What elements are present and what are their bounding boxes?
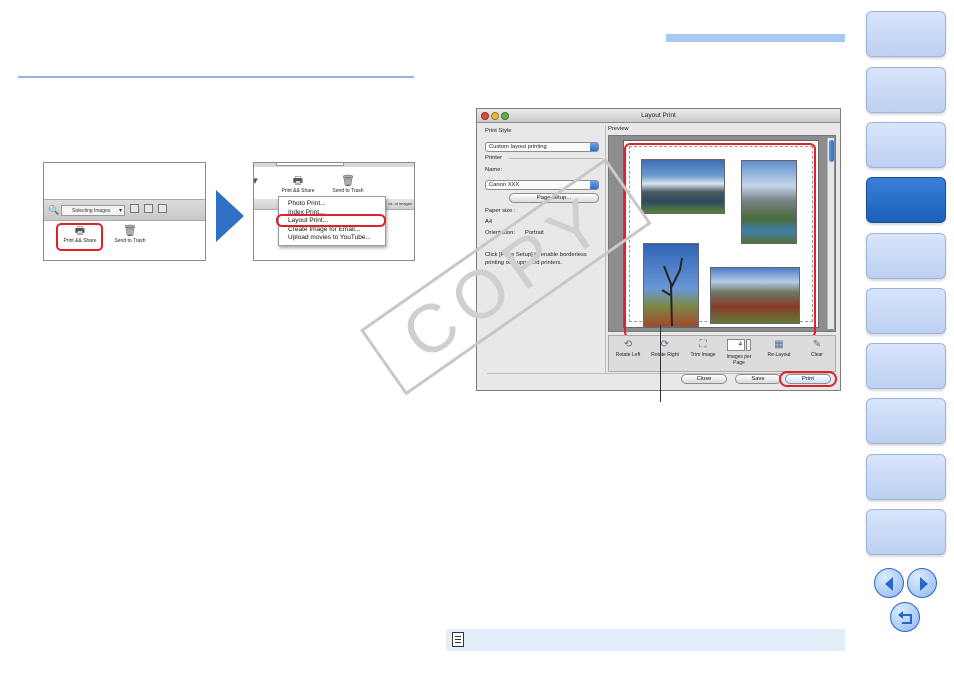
zoom-window-icon[interactable] (501, 112, 509, 120)
trim-image-button[interactable]: ⛶ Trim Image (687, 338, 719, 358)
nav-tab-9[interactable] (866, 454, 946, 500)
next-step-arrow-icon (216, 190, 244, 242)
view-icon[interactable] (130, 204, 139, 213)
grid-icon[interactable] (144, 204, 153, 213)
clear-icon: ✎ (812, 339, 822, 350)
rotate-right-button[interactable]: ⟳ Rotate Right (647, 338, 683, 358)
save-button[interactable]: Save (735, 374, 781, 384)
memo-icon (452, 632, 464, 647)
chevron-down-icon: ▾ (254, 175, 262, 188)
list-icon[interactable] (158, 204, 167, 213)
close-button[interactable]: Close (681, 374, 727, 384)
clear-button[interactable]: ✎ Clear (801, 338, 833, 358)
trash-icon: 🗑 (123, 225, 137, 237)
nav-tab-10[interactable] (866, 509, 946, 555)
print-share-button[interactable]: 🖶 Print && Share (278, 175, 318, 194)
layout-print-highlight (276, 214, 386, 227)
note-bar (446, 629, 845, 651)
print-style-select[interactable]: Custom layout printing (485, 142, 599, 152)
paper-size-value: A4 (485, 219, 493, 225)
menu-item-upload-youtube[interactable]: Upload movies to YouTube... (279, 234, 385, 243)
toolbar-screenshot: 🔍 Selecting Images 🖶 Print && Share 🗑 Se… (43, 162, 206, 261)
rotate-left-button[interactable]: ⟲ Rotate Left (611, 338, 645, 358)
callout-line (660, 325, 661, 402)
preview-scrollbar[interactable] (827, 138, 834, 329)
nav-tab-6[interactable] (866, 288, 946, 334)
arrow-left-icon (885, 577, 893, 591)
rotate-right-icon: ⟳ (660, 339, 670, 350)
trim-icon: ⛶ (699, 339, 707, 350)
zoom-icon: 🔍 (48, 205, 60, 215)
window-titlebar: Layout Print (477, 109, 840, 123)
preview-toolbar: ⟲ Rotate Left ⟳ Rotate Right ⛶ Trim Imag… (608, 335, 836, 372)
menu-screenshot: ▾ 🖶 Print && Share 🗑 Send to Trash ss. o… (253, 162, 415, 261)
re-layout-button[interactable]: ▦ Re-Layout (761, 338, 797, 358)
return-button[interactable] (890, 602, 920, 632)
nav-tab-4-active[interactable] (866, 177, 946, 223)
paper-size-label: Paper size : (485, 208, 516, 214)
trash-icon: 🗑 (341, 175, 355, 187)
printer-icon: 🖶 (292, 175, 304, 187)
nav-tab-2[interactable] (866, 67, 946, 113)
images-per-page-label: Images per Page (726, 354, 752, 366)
heading-rule (18, 76, 414, 78)
nav-tab-3[interactable] (866, 122, 946, 168)
nav-tab-5[interactable] (866, 233, 946, 279)
preview-area (608, 135, 836, 338)
selecting-images-select[interactable]: Selecting Images (61, 205, 125, 216)
partial-tool: ▾ (254, 175, 262, 188)
menu-item-photo-print[interactable]: Photo Print... (279, 200, 385, 209)
print-style-label: Print Style (485, 128, 512, 134)
return-icon (898, 611, 912, 624)
preview-label: Preview (608, 126, 629, 132)
send-to-trash-button[interactable]: 🗑 Send to Trash (110, 225, 150, 244)
print-button-highlight (779, 371, 837, 387)
section-header-bar (666, 34, 845, 42)
image-count-text: ss. of images (388, 201, 412, 206)
preview-highlight (624, 143, 816, 338)
close-window-icon[interactable] (481, 112, 489, 120)
window-title: Layout Print (641, 112, 676, 119)
name-label: Name: (485, 167, 503, 173)
previous-page-button[interactable] (874, 568, 904, 598)
nav-tab-8[interactable] (866, 398, 946, 444)
rotate-left-icon: ⟲ (623, 339, 633, 350)
images-per-page-input[interactable]: 4 (727, 339, 745, 351)
send-to-trash-button[interactable]: 🗑 Send to Trash (328, 175, 368, 194)
arrow-right-icon (920, 577, 928, 591)
minimize-window-icon[interactable] (491, 112, 499, 120)
preview-pane: Preview ⟲ Rotate Left ⟳ Rotate Right ⛶ T… (608, 126, 836, 372)
nav-tab-1[interactable] (866, 11, 946, 57)
re-layout-icon: ▦ (774, 339, 784, 350)
images-per-page-stepper[interactable] (746, 339, 751, 351)
printer-label: Printer (485, 155, 503, 161)
print-share-highlight (56, 223, 103, 251)
nav-tab-7[interactable] (866, 343, 946, 389)
next-page-button[interactable] (907, 568, 937, 598)
